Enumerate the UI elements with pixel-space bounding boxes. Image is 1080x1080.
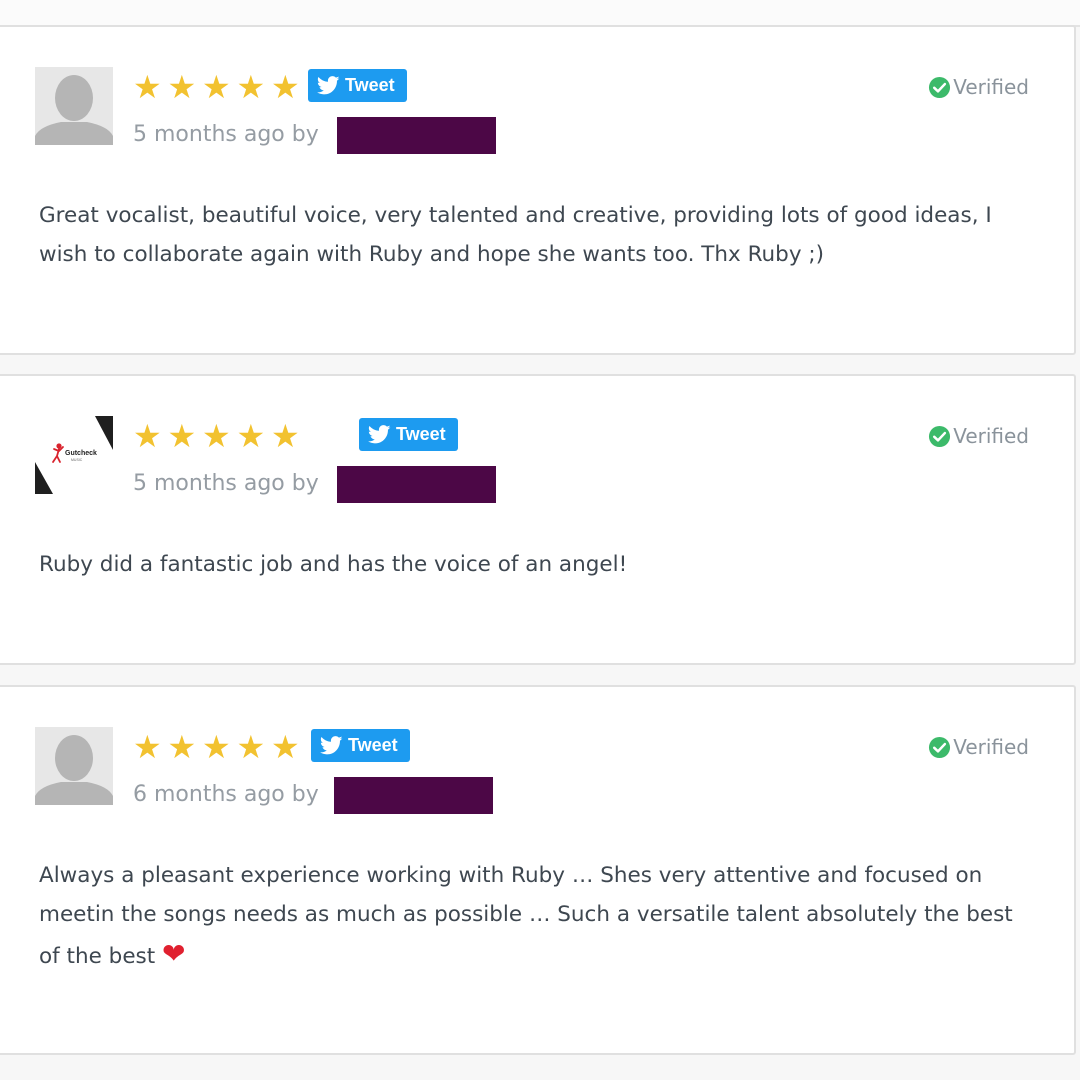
star-rating: ★ ★ ★ ★ ★ (133, 420, 306, 452)
logo-subtext: MUSIC (71, 458, 83, 462)
verified-badge: Verified (928, 422, 1029, 450)
twitter-bird-icon (368, 425, 391, 444)
star-icon: ★ (167, 728, 197, 766)
review-card: Gutcheck MUSIC ★ ★ ★ ★ ★ Tweet 5 months … (0, 374, 1076, 665)
user-silhouette-icon (35, 727, 113, 805)
star-icon: ★ (236, 417, 266, 455)
check-circle-icon (929, 76, 951, 98)
review-time: 5 months ago by (133, 122, 319, 147)
reviewer-avatar[interactable] (35, 727, 113, 805)
star-icon: ★ (271, 417, 300, 455)
twitter-bird-icon (320, 736, 343, 755)
verified-badge: Verified (928, 73, 1029, 101)
check-circle-icon (929, 736, 951, 758)
review-time: 6 months ago by (133, 782, 319, 807)
review-text: Great vocalist, beautiful voice, very ta… (39, 203, 992, 267)
star-icon: ★ (167, 417, 197, 455)
star-icon: ★ (133, 728, 162, 766)
tweet-label: Tweet (348, 735, 398, 755)
star-icon: ★ (202, 68, 231, 106)
star-rating: ★ ★ ★ ★ ★ (133, 71, 306, 103)
tweet-label: Tweet (345, 75, 395, 95)
star-icon: ★ (133, 68, 162, 106)
redacted-reviewer-name (337, 466, 496, 503)
tweet-button[interactable]: Tweet (308, 69, 407, 102)
review-card: ★ ★ ★ ★ ★ Tweet 5 months ago by Verified… (0, 25, 1076, 355)
review-time: 5 months ago by (133, 471, 319, 496)
review-card: ★ ★ ★ ★ ★ Tweet 6 months ago by Verified… (0, 685, 1076, 1055)
gutcheck-music-logo-icon: Gutcheck MUSIC (35, 416, 113, 494)
star-icon: ★ (236, 68, 266, 106)
check-circle-icon (929, 425, 951, 447)
star-icon: ★ (271, 728, 300, 766)
tweet-label: Tweet (396, 424, 446, 444)
reviewer-avatar[interactable] (35, 67, 113, 145)
tweet-button[interactable]: Tweet (359, 418, 458, 451)
reviewer-avatar[interactable]: Gutcheck MUSIC (35, 416, 113, 494)
twitter-bird-icon (317, 76, 340, 95)
user-silhouette-icon (35, 67, 113, 145)
star-icon: ★ (202, 728, 231, 766)
star-icon: ★ (271, 68, 300, 106)
star-icon: ★ (167, 68, 197, 106)
verified-label: Verified (953, 75, 1029, 99)
redacted-reviewer-name (337, 117, 496, 154)
star-icon: ★ (236, 728, 266, 766)
star-rating: ★ ★ ★ ★ ★ (133, 731, 306, 763)
reviews-page: ★ ★ ★ ★ ★ Tweet 5 months ago by Verified… (0, 0, 1080, 1080)
star-icon: ★ (133, 417, 162, 455)
verified-label: Verified (953, 735, 1029, 759)
verified-badge: Verified (928, 733, 1029, 761)
verified-label: Verified (953, 424, 1029, 448)
review-text: Always a pleasant experience working wit… (39, 856, 1034, 976)
redacted-reviewer-name (334, 777, 493, 814)
previous-card-edge (0, 0, 1080, 27)
heart-emoji-icon: ❤ (162, 937, 186, 970)
logo-text: Gutcheck (65, 450, 97, 457)
star-icon: ★ (202, 417, 231, 455)
tweet-button[interactable]: Tweet (311, 729, 410, 762)
review-text: Ruby did a fantastic job and has the voi… (39, 552, 628, 577)
